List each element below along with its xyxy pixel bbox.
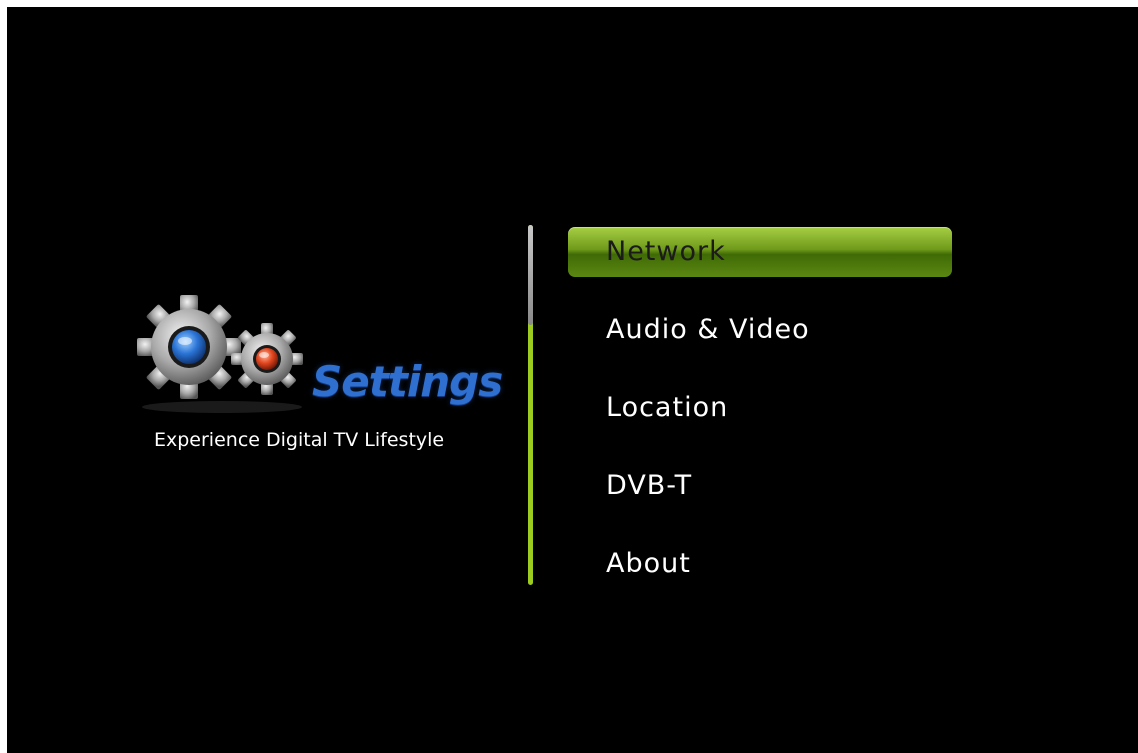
menu-item-label: About xyxy=(606,548,691,579)
menu-item-dvb-t[interactable]: DVB-T xyxy=(568,461,952,511)
gears-icon xyxy=(137,295,303,413)
menu-scrollbar[interactable] xyxy=(528,225,533,585)
settings-logo: Settings Experience Digital TV Lifestyle xyxy=(137,289,517,459)
menu-item-label: Audio & Video xyxy=(606,314,810,345)
menu-item-label: Location xyxy=(606,392,729,423)
menu-item-network[interactable]: Network xyxy=(568,227,952,277)
settings-tagline: Experience Digital TV Lifestyle xyxy=(154,429,445,451)
settings-screen: Settings Experience Digital TV Lifestyle… xyxy=(7,7,1138,753)
menu-item-location[interactable]: Location xyxy=(568,383,952,433)
menu-item-label: DVB-T xyxy=(606,470,693,501)
menu-item-label: Network xyxy=(606,236,726,267)
menu-scrollbar-thumb[interactable] xyxy=(528,225,533,325)
settings-title: Settings xyxy=(312,357,503,406)
menu-item-audio-video[interactable]: Audio & Video xyxy=(568,305,952,355)
menu-item-about[interactable]: About xyxy=(568,539,952,589)
